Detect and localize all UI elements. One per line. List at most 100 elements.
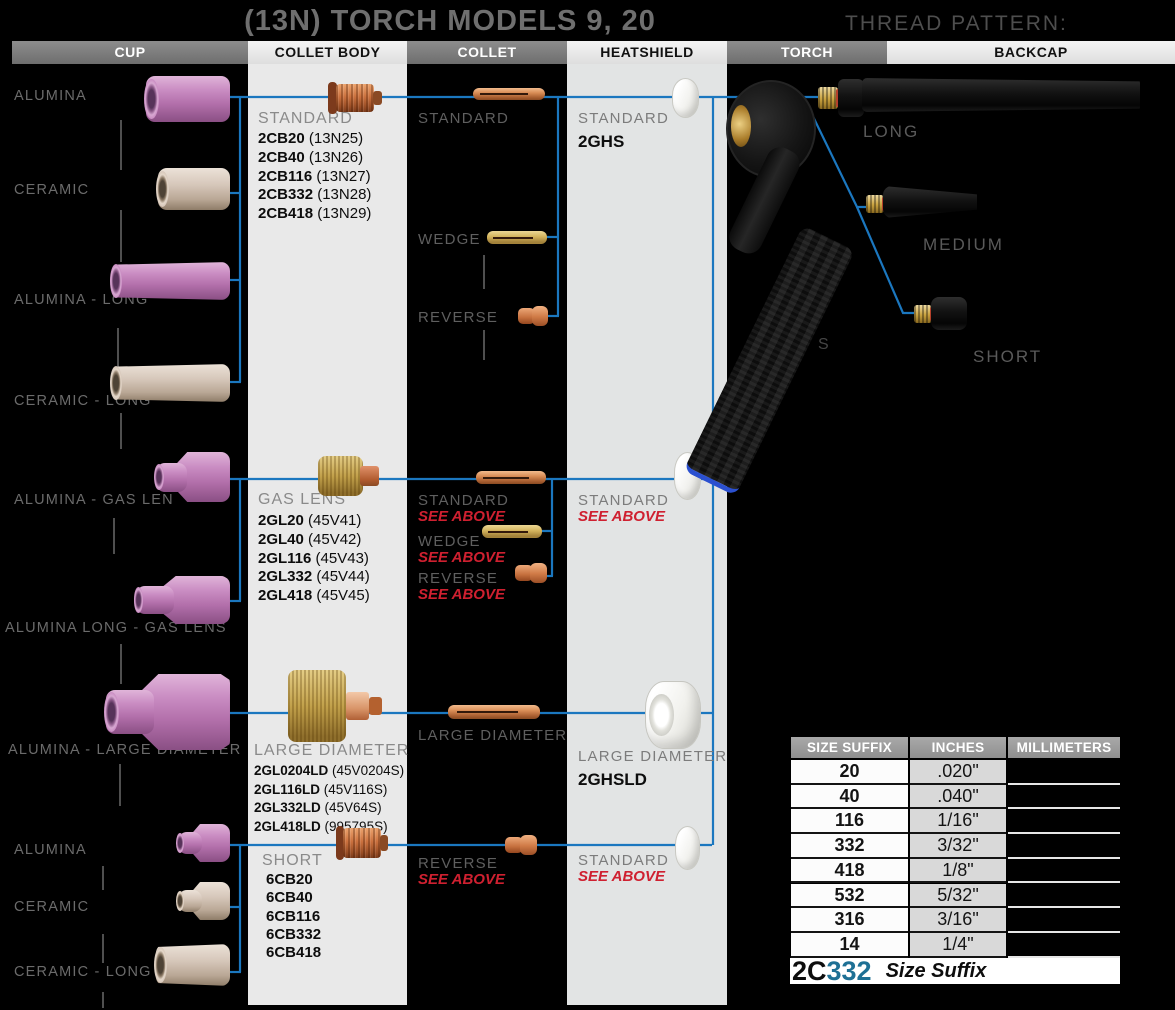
collet-section-label: STANDARD	[418, 110, 509, 127]
part-number: 2GL418 (45V45)	[258, 587, 370, 604]
partial-hidden-text: S	[818, 336, 829, 354]
part-code: 2GL116LD	[254, 782, 320, 797]
ld-disc	[288, 670, 346, 742]
size-suffix-cell: 418	[791, 859, 908, 884]
cup-image	[156, 452, 230, 502]
size-suffix-cell: 532	[791, 884, 908, 909]
cup-image	[156, 944, 230, 986]
see-above-note: SEE ABOVE	[578, 508, 665, 525]
part-reference: (13N29)	[313, 205, 371, 222]
backcap-label: LONG	[863, 122, 919, 142]
collet-body-tip	[380, 835, 388, 851]
part-number: 6CB332	[266, 926, 321, 943]
part-code: 6CB418	[266, 944, 321, 961]
size-suffix-cell: 316	[791, 908, 908, 933]
part-number: 2GL40 (45V42)	[258, 531, 361, 548]
part-code: 2CB116	[258, 168, 312, 185]
millimeters-cell	[1008, 884, 1120, 909]
reverse-collet-image	[515, 563, 547, 583]
cup-opening	[144, 79, 159, 119]
cup-image	[112, 262, 230, 300]
millimeters-cell	[1008, 908, 1120, 933]
part-number: 2GL0204LD (45V0204S)	[254, 763, 404, 778]
collet-body-section-title: LARGE DIAMETER	[254, 742, 409, 760]
collet-image	[476, 471, 546, 484]
heatshield-part-code: 2GHS	[578, 132, 624, 152]
part-code: 2GL116	[258, 550, 311, 567]
large-diameter-body-image	[288, 670, 382, 742]
see-above-note: SEE ABOVE	[418, 549, 505, 566]
collet-body-threads	[336, 84, 375, 112]
heatshield-part-code: 2GHSLD	[578, 770, 647, 790]
inches-cell: 3/16"	[910, 908, 1006, 933]
backcap-label: MEDIUM	[923, 235, 1004, 255]
cup-label: CERAMIC	[14, 899, 89, 915]
cup-image	[136, 576, 230, 624]
cup-body	[112, 262, 230, 300]
size-suffix-cell: 14	[791, 933, 908, 958]
cup-body	[112, 364, 230, 402]
part-code: 6CB332	[266, 926, 321, 943]
collet-body-section-title: SHORT	[262, 852, 323, 870]
inches-cell: .020"	[910, 760, 1006, 785]
wedge-collet-image	[482, 525, 542, 538]
divider-line	[483, 255, 485, 289]
divider-line	[483, 330, 485, 360]
collet-section-label: STANDARD	[418, 492, 509, 509]
collet-image	[448, 705, 540, 719]
inches-cell: 1/4"	[910, 933, 1006, 958]
table-header-cell: INCHES	[910, 737, 1006, 758]
see-above-note: SEE ABOVE	[418, 508, 505, 525]
part-reference: (45V44)	[312, 568, 370, 585]
ld-stub	[346, 692, 369, 721]
part-code: 2CB20	[258, 130, 305, 147]
part-code: 2GL40	[258, 531, 304, 548]
rev-small	[530, 563, 547, 583]
part-code: 6CB20	[266, 871, 313, 888]
torch-brass-inlet	[731, 105, 751, 147]
collet-slot	[483, 477, 529, 479]
divider-line	[102, 866, 104, 890]
part-code: 2CB332	[258, 186, 313, 203]
part-number: 2CB20 (13N25)	[258, 130, 363, 147]
part-reference: (45V43)	[311, 550, 369, 567]
part-number: 2CB418 (13N29)	[258, 205, 371, 222]
divider-line	[119, 764, 121, 806]
heatshield-section-label: STANDARD	[578, 110, 669, 127]
backcap-short-image	[931, 297, 967, 330]
millimeters-cell	[1008, 834, 1120, 859]
reverse-collet-image	[518, 306, 548, 326]
cup-image	[146, 76, 230, 122]
cup-image	[112, 364, 230, 402]
divider-line	[102, 992, 104, 1008]
part-number: 2GL332 (45V44)	[258, 568, 370, 585]
part-code: 2GL332LD	[254, 800, 321, 815]
part-number: 6CB116	[266, 908, 320, 925]
size-suffix-cell: 332	[791, 834, 908, 859]
part-number: 6CB40	[266, 889, 313, 906]
inches-cell: 3/32"	[910, 834, 1006, 859]
part-reference: (45V64S)	[321, 800, 382, 815]
divider-line	[120, 413, 122, 449]
collet-section-label: WEDGE	[418, 533, 481, 550]
heatshield-section-label: STANDARD	[578, 492, 669, 509]
part-number: 6CB418	[266, 944, 321, 961]
part-reference: (45V42)	[304, 531, 362, 548]
part-code: 2CB418	[258, 205, 313, 222]
part-code: 2CB40	[258, 149, 305, 166]
collet-body-image	[328, 84, 382, 112]
torch-handle-image	[683, 225, 855, 496]
part-reference: (13N28)	[313, 186, 371, 203]
heatshield-image	[645, 681, 701, 749]
part-number: 2GL332LD (45V64S)	[254, 800, 382, 815]
collet-slot	[457, 711, 518, 713]
cup-label: CERAMIC	[14, 182, 89, 198]
divider-line	[120, 210, 122, 262]
collet-body-section-title: STANDARD	[258, 110, 353, 128]
part-code: 2GL0204LD	[254, 763, 328, 778]
part-number: 2GL116 (45V43)	[258, 550, 369, 567]
part-number: 2CB116 (13N27)	[258, 168, 371, 185]
cup-opening	[176, 891, 184, 911]
part-reference: (45V45)	[312, 587, 370, 604]
gas-lens-stub	[360, 466, 379, 486]
